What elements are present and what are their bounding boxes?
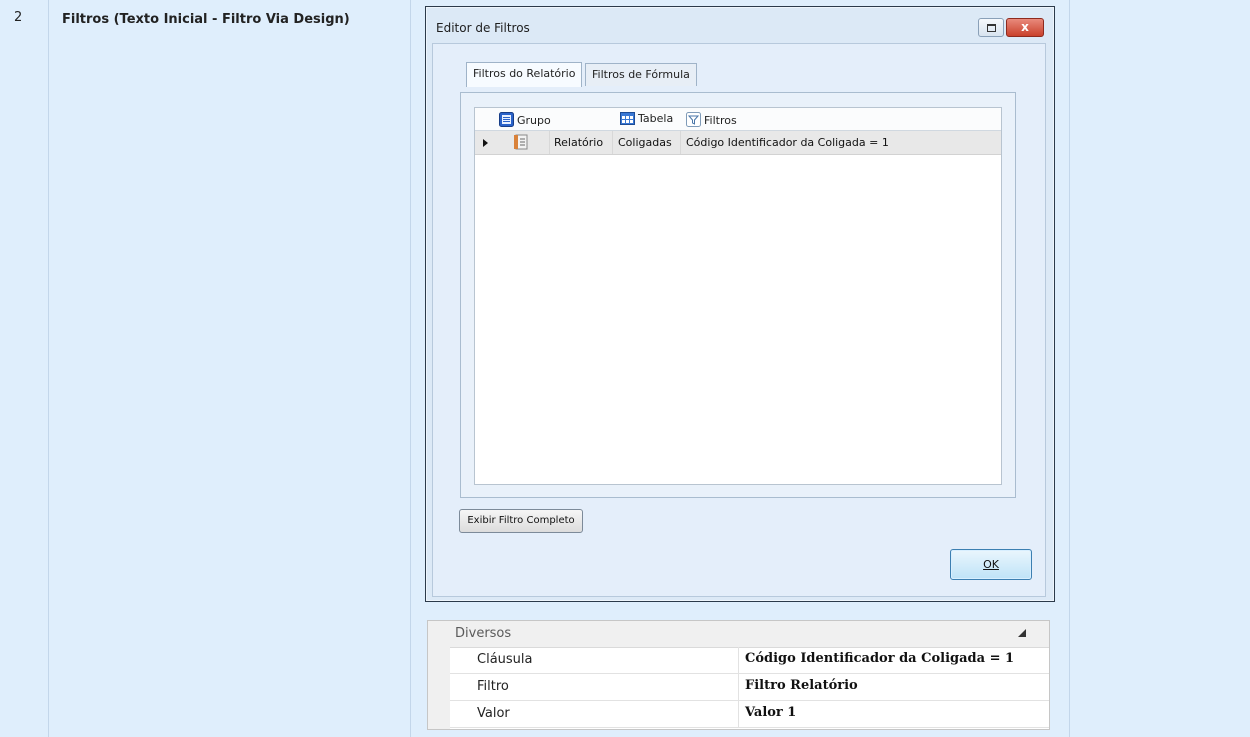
property-value: Filtro Relatório	[745, 678, 858, 693]
collapse-icon[interactable]	[1018, 629, 1026, 637]
column-divider	[1069, 0, 1070, 737]
cell-divider	[549, 131, 550, 154]
column-header-label: Filtros	[704, 114, 737, 127]
property-grid-margin	[428, 647, 450, 729]
property-row[interactable]: Cláusula Código Identificador da Coligad…	[450, 647, 1049, 674]
restore-button[interactable]	[978, 18, 1004, 37]
column-header-grupo[interactable]: Grupo	[499, 112, 551, 127]
column-divider	[410, 0, 411, 737]
cell-grupo: Relatório	[554, 136, 604, 149]
cell-divider	[738, 701, 739, 727]
property-group-header[interactable]: Diversos	[428, 621, 1049, 648]
property-grid: Diversos Cláusula Código Identificador d…	[427, 620, 1050, 730]
close-icon: x	[1021, 20, 1029, 34]
property-value: Valor 1	[745, 705, 797, 720]
exibir-filtro-completo-button[interactable]: Exibir Filtro Completo	[459, 509, 583, 533]
filtro-icon	[686, 112, 701, 127]
property-key: Valor	[477, 706, 510, 721]
tab-label: Filtros do Relatório	[473, 67, 576, 80]
ok-button[interactable]: OK	[950, 549, 1032, 580]
tab-filtros-formula[interactable]: Filtros de Fórmula	[585, 63, 697, 86]
column-header-tabela[interactable]: Tabela	[620, 112, 673, 125]
property-value: Código Identificador da Coligada = 1	[745, 651, 1015, 666]
property-row[interactable]: Filtro Filtro Relatório	[450, 674, 1049, 701]
column-header-filtros[interactable]: Filtros	[686, 112, 737, 127]
close-button[interactable]: x	[1006, 18, 1044, 37]
cell-divider	[738, 647, 739, 673]
button-label: OK	[983, 558, 999, 571]
report-icon	[514, 134, 528, 150]
property-key: Filtro	[477, 679, 509, 694]
cell-filtro: Código Identificador da Coligada = 1	[686, 136, 889, 149]
column-header-label: Grupo	[517, 114, 551, 127]
grupo-icon	[499, 112, 514, 127]
table-header: Grupo Tabela Filtros	[475, 108, 1001, 131]
dialog-title: Editor de Filtros	[436, 21, 530, 35]
restore-icon	[987, 24, 996, 32]
row-arrow-icon	[483, 139, 488, 147]
cell-tabela: Coligadas	[618, 136, 672, 149]
button-label: Exibir Filtro Completo	[467, 515, 575, 526]
column-header-label: Tabela	[638, 112, 674, 125]
cell-divider	[680, 131, 681, 154]
filter-table: Grupo Tabela Filtros Relatório Coligadas…	[474, 107, 1002, 485]
cell-divider	[612, 131, 613, 154]
table-row[interactable]: Relatório Coligadas Código Identificador…	[475, 131, 1001, 155]
tabela-icon	[620, 112, 635, 125]
property-row[interactable]: Valor Valor 1	[450, 701, 1049, 728]
column-divider	[48, 0, 49, 737]
tab-filtros-relatorio[interactable]: Filtros do Relatório	[466, 62, 583, 87]
row-title: Filtros (Texto Inicial - Filtro Via Desi…	[62, 12, 350, 27]
row-number: 2	[14, 10, 23, 25]
property-group-label: Diversos	[455, 626, 512, 641]
cell-divider	[738, 674, 739, 700]
tab-label: Filtros de Fórmula	[592, 68, 690, 81]
property-key: Cláusula	[477, 652, 533, 667]
